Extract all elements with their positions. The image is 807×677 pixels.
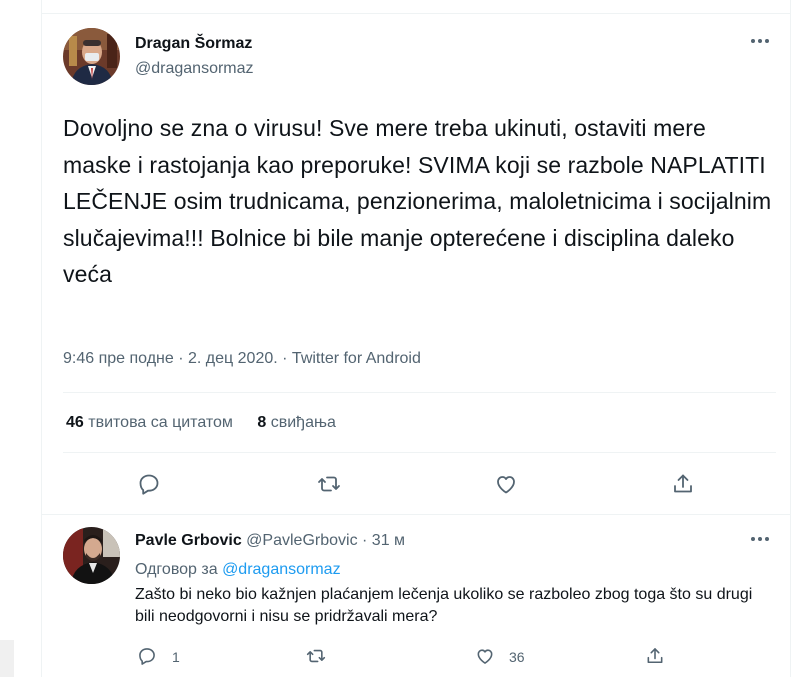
tweet-source[interactable]: Twitter for Android	[292, 350, 421, 367]
engagement-stats: 46 твитова са цитатом 8 свиђања	[66, 414, 336, 432]
reply-icon	[139, 648, 155, 665]
retweet-icon	[306, 649, 326, 663]
replying-label: Одговор за	[135, 561, 218, 578]
like-icon	[477, 649, 493, 664]
reply-share-button[interactable]	[638, 639, 672, 673]
share-icon	[674, 474, 692, 493]
reply-author-handle[interactable]: @PavleGrbovic	[246, 532, 357, 549]
reply-author-avatar[interactable]	[63, 527, 120, 584]
tweet-text: Dovoljno se zna o virusu! Sve mere treba…	[63, 115, 772, 287]
quote-label: твитова са цитатом	[88, 414, 233, 431]
more-horizontal-icon[interactable]	[750, 532, 770, 550]
author-avatar[interactable]	[63, 28, 120, 85]
like-icon	[497, 476, 515, 494]
reply-retweet-button[interactable]	[299, 639, 333, 673]
quote-count: 46	[66, 414, 84, 431]
share-icon	[647, 648, 663, 664]
page-scroll-edge	[0, 640, 14, 677]
retweet-button[interactable]	[312, 467, 346, 501]
meta-separator: ·	[178, 350, 184, 367]
reply-button[interactable]	[132, 467, 166, 501]
reply-like-button[interactable]	[468, 639, 502, 673]
tweet-meta: 9:46 пре подне · 2. дец 2020. · Twitter …	[63, 350, 421, 368]
likes-stat[interactable]: 8 свиђања	[257, 414, 336, 432]
header-separator: ·	[362, 532, 368, 549]
retweet-icon	[318, 476, 340, 492]
quote-tweets-stat[interactable]: 46 твитова са цитатом	[66, 414, 233, 432]
reply-reply-count: 1	[172, 649, 180, 665]
replying-to: Одговор за @dragansormaz	[135, 561, 341, 579]
reply-text: Zašto bi neko bio kažnjen plaćanjem leče…	[135, 586, 753, 625]
more-horizontal-icon[interactable]	[750, 34, 770, 52]
like-count: 8	[257, 414, 267, 431]
share-button[interactable]	[666, 467, 700, 501]
mention-link[interactable]: @dragansormaz	[222, 561, 341, 578]
reply-time[interactable]: 31 м	[372, 532, 405, 549]
like-label: свиђања	[270, 414, 336, 431]
meta-separator: ·	[282, 350, 288, 367]
divider	[63, 452, 776, 453]
reply-author-name[interactable]: Pavle Grbovic	[135, 532, 242, 549]
like-button[interactable]	[489, 467, 523, 501]
tweet-date[interactable]: 2. дец 2020.	[188, 350, 278, 367]
divider	[41, 514, 791, 515]
author-handle[interactable]: @dragansormaz	[135, 60, 254, 78]
reply-header: Pavle Grbovic @PavleGrbovic · 31 м	[135, 532, 405, 550]
divider	[63, 392, 776, 393]
reply-icon	[139, 474, 159, 495]
author-name[interactable]: Dragan Šormaz	[135, 35, 252, 53]
reply-like-count: 36	[509, 649, 525, 665]
reply-reply-button[interactable]	[130, 639, 164, 673]
tweet-time[interactable]: 9:46 пре подне	[63, 350, 174, 367]
